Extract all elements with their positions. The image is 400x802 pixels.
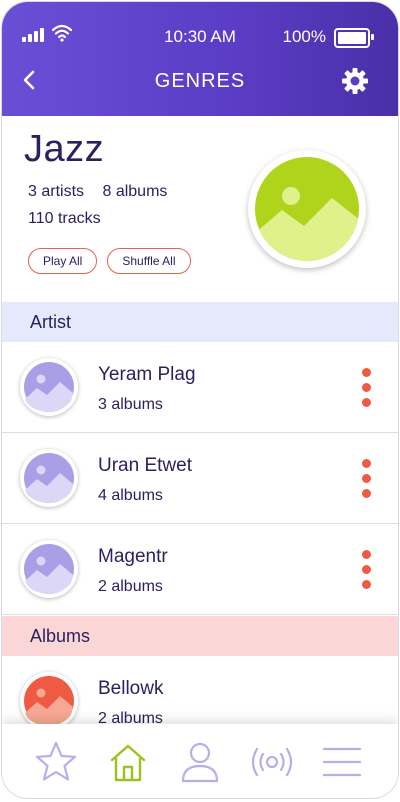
artist-name: Uran Etwet	[98, 455, 192, 476]
image-placeholder-icon	[24, 544, 74, 594]
more-options-icon[interactable]	[362, 550, 372, 590]
home-icon[interactable]	[106, 740, 150, 784]
broadcast-icon[interactable]	[250, 740, 294, 784]
image-placeholder-icon	[255, 157, 359, 261]
star-icon[interactable]	[34, 740, 78, 784]
genre-cover	[248, 150, 366, 268]
menu-icon[interactable]	[320, 740, 364, 784]
genre-stats: 3 artists 8 albums 110 tracks	[28, 178, 181, 232]
artist-row[interactable]: Magentr 2 albums	[2, 524, 398, 615]
artist-avatar	[20, 449, 78, 507]
status-bar: 10:30 AM 100%	[2, 24, 398, 48]
more-options-icon[interactable]	[362, 368, 372, 408]
genre-title: Jazz	[24, 128, 105, 170]
page-title: GENRES	[154, 70, 246, 92]
nav-row: GENRES	[2, 66, 398, 96]
image-placeholder-icon	[24, 362, 74, 412]
artist-avatar	[20, 540, 78, 598]
battery-percent: 100%	[282, 27, 326, 46]
artist-name: Yeram Plag	[98, 364, 196, 385]
user-icon[interactable]	[178, 740, 222, 784]
artist-avatar	[20, 358, 78, 416]
shuffle-all-button[interactable]: Shuffle All	[107, 248, 191, 274]
track-count: 110 tracks	[28, 210, 101, 227]
gear-icon[interactable]	[340, 66, 370, 96]
artist-album-count: 2 albums	[98, 578, 163, 595]
artist-row[interactable]: Yeram Plag 3 albums	[2, 342, 398, 433]
action-buttons: Play All Shuffle All	[28, 248, 191, 274]
artist-album-count: 3 albums	[98, 396, 163, 413]
battery-icon	[334, 28, 374, 48]
albums-section-header: Albums	[2, 616, 398, 656]
artist-album-count: 4 albums	[98, 487, 163, 504]
album-cover	[20, 672, 78, 730]
album-count: 8 albums	[102, 183, 168, 200]
image-placeholder-icon	[24, 676, 74, 726]
more-options-icon[interactable]	[362, 459, 372, 499]
phone-frame: 10:30 AM 100% GENRES Jazz 3 artists 8 al…	[2, 2, 398, 798]
artist-name: Magentr	[98, 546, 168, 567]
image-placeholder-icon	[24, 453, 74, 503]
album-name: Bellowk	[98, 678, 164, 699]
play-all-button[interactable]: Play All	[28, 248, 98, 274]
genre-summary: Jazz 3 artists 8 albums 110 tracks Play …	[2, 116, 398, 302]
top-bar: 10:30 AM 100% GENRES	[2, 2, 398, 116]
bottom-tab-bar	[2, 724, 398, 798]
artist-section-header: Artist	[2, 302, 398, 342]
artist-count: 3 artists	[28, 183, 85, 200]
artist-row[interactable]: Uran Etwet 4 albums	[2, 433, 398, 524]
